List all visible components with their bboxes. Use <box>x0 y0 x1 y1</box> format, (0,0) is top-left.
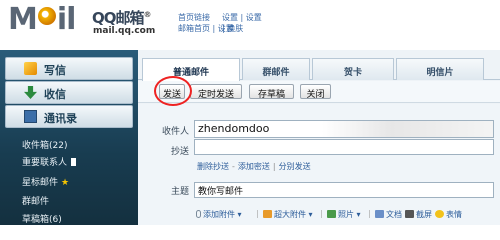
receive-button[interactable]: 收信 <box>5 81 133 104</box>
close-button[interactable]: 关闭 <box>300 84 331 100</box>
logo[interactable]: Mil <box>8 3 76 37</box>
sidebar-item-vip[interactable]: 重要联系人 <box>22 157 77 169</box>
sidebar-item-starred[interactable]: 星标邮件 ★ <box>22 177 69 189</box>
to-value: zhendomdoo <box>198 122 270 135</box>
smiley-icon <box>435 210 444 218</box>
large-file-icon <box>263 210 272 218</box>
subject-label: 主题 <box>170 187 189 197</box>
document-icon <box>375 210 384 218</box>
save-draft-button[interactable]: 存草稿 <box>249 84 294 100</box>
sidebar-item-drafts[interactable]: 草稿箱(6) <box>22 214 62 225</box>
to-field[interactable]: zhendomdoo <box>194 120 494 138</box>
header-links-right[interactable]: 设置 | 设置 | 换肤 <box>222 12 262 34</box>
tab-group-mail[interactable]: 群邮件 <box>242 58 310 80</box>
redacted-area <box>322 121 493 137</box>
tab-normal-mail[interactable]: 普通邮件 <box>142 58 240 81</box>
download-icon <box>24 86 37 99</box>
compose-panel: 普通邮件 群邮件 贺卡 明信片 发送 定时发送 存草稿 关闭 收件人 zhend… <box>138 50 500 225</box>
emoji-button[interactable]: 表情 <box>435 209 462 220</box>
subject-field[interactable]: 教你写邮件 <box>194 182 494 198</box>
flag-icon <box>71 158 77 166</box>
timed-send-button[interactable]: 定时发送 <box>190 84 242 100</box>
large-attachment-button[interactable]: 超大附件 ▾ <box>263 209 313 220</box>
brand-title: QQ邮箱® <box>92 9 152 27</box>
contacts-button[interactable]: 通讯录 <box>5 105 133 128</box>
mail-app: Mil QQ邮箱® mail.qq.com 首页链接 邮箱首页 | 设置 设置 … <box>0 0 500 225</box>
sidebar-item-inbox[interactable]: 收件箱(22) <box>22 140 67 152</box>
contacts-icon <box>24 110 37 123</box>
compose-tabs: 普通邮件 群邮件 贺卡 明信片 <box>138 58 500 81</box>
attachment-toolbar: 添加附件 ▾ | 超大附件 ▾ | 照片 ▾ | 文档 截屏 表情 <box>196 207 500 223</box>
brand-domain: mail.qq.com <box>93 26 156 36</box>
document-button[interactable]: 文档 <box>375 209 402 220</box>
compose-label: 写信 <box>44 64 66 77</box>
screenshot-button[interactable]: 截屏 <box>405 209 432 220</box>
cc-options: 删除抄送 - 添加密送 | 分别发送 <box>197 162 311 171</box>
sidebar: 写信 收信 通讯录 收件箱(22) 重要联系人 星标邮件 ★ 群邮件 草稿箱(6) <box>0 50 138 225</box>
tab-postcard[interactable]: 明信片 <box>396 58 484 80</box>
receive-label: 收信 <box>44 88 66 101</box>
to-label: 收件人 <box>161 127 189 137</box>
separate-send-link[interactable]: 分别发送 <box>279 162 311 171</box>
add-attachment-button[interactable]: 添加附件 ▾ <box>196 209 242 220</box>
highlight-circle <box>154 76 192 106</box>
compose-form: 收件人 zhendomdoo 抄送 删除抄送 - 添加密送 | 分别发送 主题 教你写邮… <box>138 104 500 225</box>
paperclip-icon <box>196 210 201 218</box>
add-bcc-link[interactable]: 添加密送 <box>238 162 270 171</box>
photo-button[interactable]: 照片 ▾ <box>327 209 361 220</box>
photo-icon <box>327 210 336 218</box>
pen-icon <box>24 62 37 75</box>
compose-button[interactable]: 写信 <box>5 57 133 80</box>
cc-label: 抄送 <box>170 147 189 157</box>
contacts-label: 通讯录 <box>44 112 77 125</box>
scissors-icon <box>405 210 414 218</box>
compose-toolbar: 发送 定时发送 存草稿 关闭 <box>138 81 500 103</box>
sidebar-item-groups[interactable]: 群邮件 <box>22 196 49 208</box>
cc-field[interactable] <box>194 139 494 155</box>
header: Mil QQ邮箱® mail.qq.com 首页链接 邮箱首页 | 设置 设置 … <box>0 0 500 50</box>
tab-greeting-card[interactable]: 贺卡 <box>312 58 394 80</box>
star-icon: ★ <box>61 178 70 188</box>
remove-cc-link[interactable]: 删除抄送 <box>197 162 229 171</box>
